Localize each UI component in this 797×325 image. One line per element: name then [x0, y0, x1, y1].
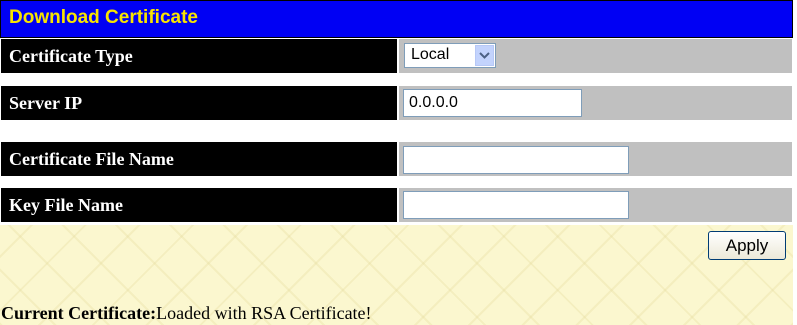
key-file-name-cell — [399, 188, 792, 222]
server-ip-cell: 0.0.0.0 — [399, 86, 792, 120]
chevron-down-icon — [479, 52, 490, 59]
certificate-type-select[interactable]: Local — [404, 43, 496, 68]
current-certificate-label: Current Certificate: — [1, 303, 157, 323]
key-file-name-input[interactable] — [403, 191, 629, 219]
certificate-file-name-cell — [399, 142, 792, 176]
page-title: Download Certificate — [9, 7, 198, 28]
certificate-type-row: Certificate Type Local — [0, 38, 793, 74]
current-certificate-status: Current Certificate:Loaded with RSA Cert… — [1, 303, 372, 324]
certificate-type-cell: Local — [399, 39, 792, 73]
server-ip-input[interactable]: 0.0.0.0 — [403, 89, 582, 117]
certificate-type-label: Certificate Type — [1, 39, 397, 73]
certificate-type-selected-value: Local — [411, 46, 450, 63]
download-certificate-panel: Download Certificate Certificate Type Lo… — [0, 0, 793, 325]
server-ip-row: Server IP 0.0.0.0 — [0, 85, 793, 121]
key-file-name-label: Key File Name — [1, 188, 397, 222]
footer-area: Apply Current Certificate:Loaded with RS… — [0, 225, 793, 325]
certificate-file-name-row: Certificate File Name — [0, 141, 793, 177]
apply-button[interactable]: Apply — [708, 231, 786, 260]
server-ip-label: Server IP — [1, 86, 397, 120]
key-file-name-row: Key File Name — [0, 187, 793, 223]
current-certificate-value: Loaded with RSA Certificate! — [156, 303, 372, 323]
certificate-file-name-input[interactable] — [403, 146, 629, 174]
panel-header: Download Certificate — [0, 0, 793, 38]
certificate-file-name-label: Certificate File Name — [1, 142, 397, 176]
dropdown-button[interactable] — [475, 45, 494, 66]
